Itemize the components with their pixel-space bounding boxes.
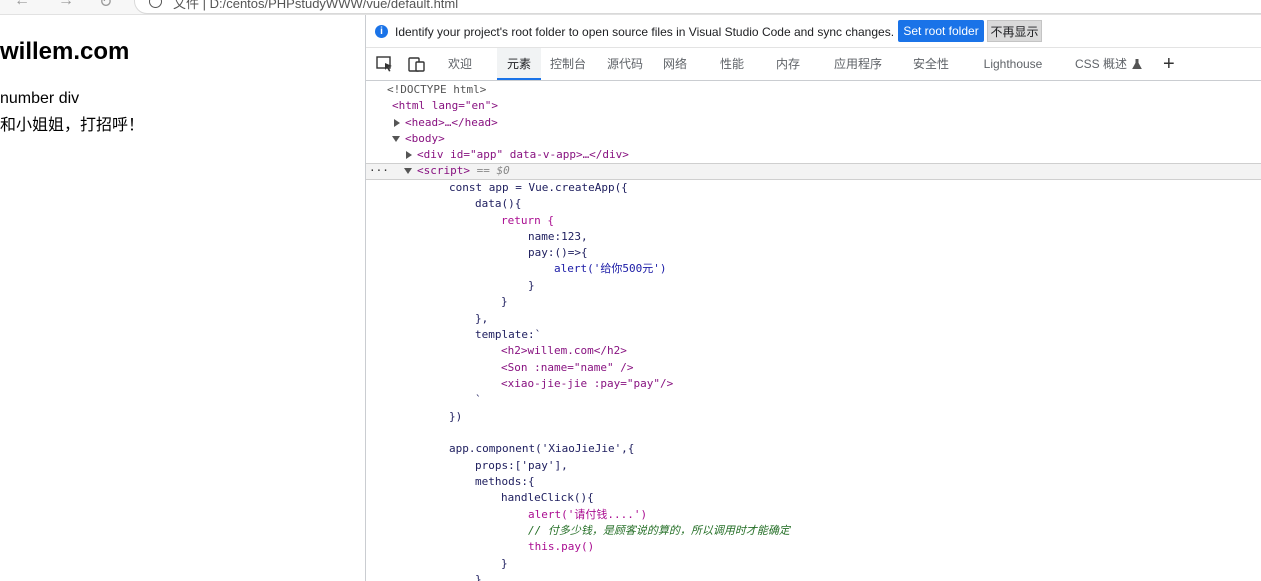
body-node-text: <body> <box>405 132 445 145</box>
info-icon[interactable] <box>149 0 162 8</box>
address-bar[interactable]: 文件 | D:/centos/PHPstudyWWW/vue/default.h… <box>134 0 1261 14</box>
tab-css-overview[interactable]: CSS 概述 <box>1075 48 1142 80</box>
collapse-arrow-icon[interactable] <box>404 168 412 174</box>
tab-welcome[interactable]: 欢迎 <box>438 48 482 80</box>
script-node[interactable]: <script> == $0 <box>404 163 510 179</box>
dont-show-again-button[interactable]: 不再显示 <box>987 20 1042 42</box>
code-line: alert('请付钱....') <box>528 508 648 521</box>
devtools-panel: i Identify your project's root folder to… <box>365 15 1261 581</box>
info-icon: i <box>375 25 388 38</box>
address-text: 文件 | D:/centos/PHPstudyWWW/vue/default.h… <box>173 0 459 11</box>
infobar-message: Identify your project's root folder to o… <box>395 25 895 39</box>
div-app-node[interactable]: <div id="app" data-v-app>…</div> <box>406 147 629 163</box>
code-line: methods:{ <box>475 475 535 488</box>
tab-lighthouse[interactable]: Lighthouse <box>978 48 1048 80</box>
code-line: <h2>willem.com</h2> <box>501 344 627 357</box>
code-line: data(){ <box>475 197 522 210</box>
code-line: } <box>475 573 482 581</box>
tab-performance[interactable]: 性能 <box>710 48 754 80</box>
body-node[interactable]: <body> <box>392 131 445 147</box>
div-app-node-text: <div id="app" data-v-app>…</div> <box>417 148 629 161</box>
code-line: template:` <box>475 328 542 341</box>
more-tabs-button[interactable]: + <box>1163 53 1175 75</box>
tab-sources[interactable]: 源代码 <box>603 48 647 80</box>
expand-arrow-icon[interactable] <box>406 151 412 159</box>
expand-arrow-icon[interactable] <box>394 119 400 127</box>
code-line: const app = Vue.createApp({ <box>449 181 628 194</box>
forward-icon[interactable]: → <box>58 0 74 10</box>
tab-console[interactable]: 控制台 <box>546 48 590 80</box>
code-line: <xiao-jie-jie :pay="pay"/> <box>501 377 674 390</box>
elements-tree: ··· <!DOCTYPE html> <html lang="en"> <he… <box>366 81 1261 581</box>
code-line: return { <box>501 214 554 227</box>
inspect-element-icon[interactable] <box>376 56 394 72</box>
code-line: }, <box>475 312 489 325</box>
script-node-text: <script> <box>417 164 470 177</box>
tab-memory[interactable]: 内存 <box>766 48 810 80</box>
node-actions-dots[interactable]: ··· <box>369 163 389 178</box>
code-line: app.component('XiaoJieJie',{ <box>449 442 635 455</box>
code-line: }) <box>449 410 463 423</box>
refresh-icon[interactable]: ↻ <box>99 0 112 12</box>
back-icon[interactable]: ← <box>14 0 30 10</box>
html-node[interactable]: <html lang="en"> <box>392 98 498 114</box>
browser-toolbar: ← → ↻ 文件 | D:/centos/PHPstudyWWW/vue/def… <box>0 0 1261 15</box>
collapse-arrow-icon[interactable] <box>392 136 400 142</box>
page-viewport: willem.com number div 和小姐姐，打招呼！ <box>0 15 365 581</box>
flask-icon <box>1132 59 1142 69</box>
tab-security[interactable]: 安全性 <box>906 48 956 80</box>
code-line: <Son :name="name" /> <box>501 361 634 374</box>
devtools-tabbar: 欢迎 元素 控制台 源代码 网络 性能 内存 应用程序 安全性 Lighthou… <box>366 48 1261 81</box>
head-node-text: <head>…</head> <box>405 116 498 129</box>
set-root-folder-button[interactable]: Set root folder <box>898 20 984 42</box>
code-line: } <box>501 557 508 570</box>
greeting-text: 和小姐姐，打招呼！ <box>0 117 145 134</box>
code-line: handleClick(){ <box>501 491 594 504</box>
code-line: } <box>528 279 535 292</box>
code-line: pay:()=>{ <box>528 246 588 259</box>
code-line: alert('给你500元') <box>554 262 667 275</box>
code-line: name:123, <box>528 230 588 243</box>
code-line: ` <box>475 393 482 406</box>
tab-elements[interactable]: 元素 <box>497 48 541 80</box>
device-toolbar-icon[interactable] <box>408 56 426 72</box>
tab-css-overview-label: CSS 概述 <box>1075 57 1128 71</box>
script-marker: == $0 <box>476 164 510 177</box>
doctype-line: <!DOCTYPE html> <box>387 83 487 96</box>
code-line: this.pay() <box>528 540 595 553</box>
page-heading: willem.com <box>0 38 130 65</box>
infobar: i Identify your project's root folder to… <box>366 15 1261 48</box>
number-div-text: number div <box>0 90 80 107</box>
code-line: } <box>501 295 508 308</box>
code-comment: // 付多少钱，是顾客说的算的，所以调用时才能确定 <box>528 524 790 537</box>
tab-application[interactable]: 应用程序 <box>828 48 888 80</box>
code-line: props:['pay'], <box>475 459 568 472</box>
tab-network[interactable]: 网络 <box>653 48 697 80</box>
head-node[interactable]: <head>…</head> <box>394 115 498 131</box>
